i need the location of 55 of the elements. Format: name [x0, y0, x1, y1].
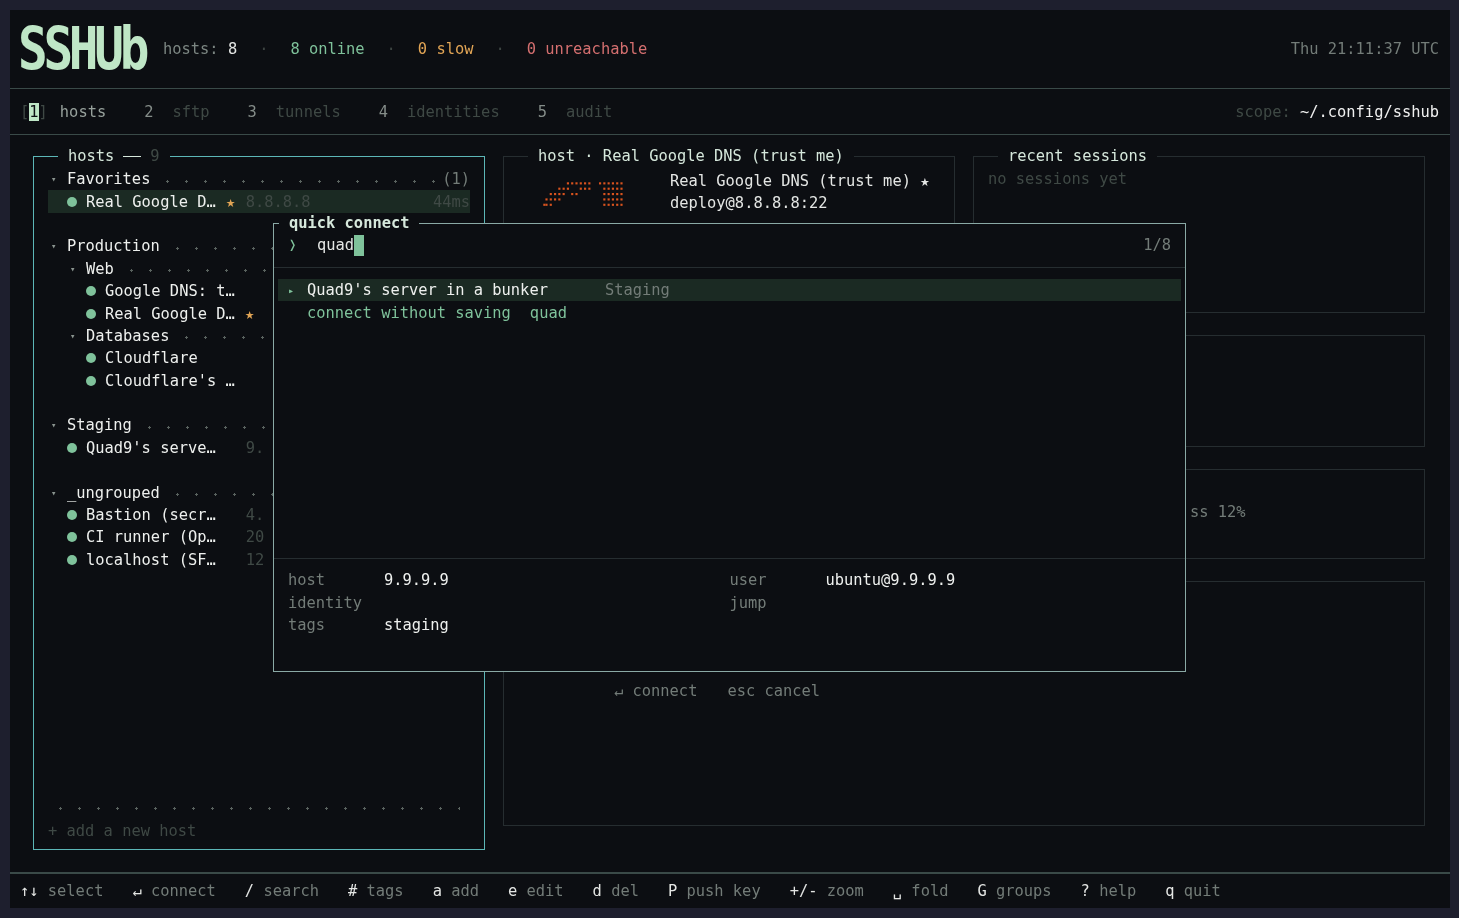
field-label: identity: [288, 593, 364, 612]
group-row[interactable]: ▾ Favorites (1): [48, 168, 470, 191]
status-count: 8 online: [290, 40, 365, 58]
key-hint: ↵ connect: [614, 682, 698, 700]
result-item[interactable]: connect without saving quad: [278, 301, 1181, 324]
field-value: 9.9.9.9: [384, 571, 449, 590]
key-hint: ? help: [1080, 882, 1137, 900]
separator: ·: [495, 40, 505, 58]
host-row[interactable]: CI runner (Op… 20: [48, 526, 470, 549]
key-hint: +/- zoom: [789, 882, 864, 900]
prompt-icon: ❭: [288, 236, 317, 254]
status-count: 0 unreachable: [526, 40, 648, 58]
clock: Thu 21:11:37 UTC: [1290, 40, 1439, 58]
empty-message: no sessions yet: [988, 170, 1127, 188]
tab[interactable]: [1] hosts: [20, 102, 107, 121]
field-label: host: [288, 571, 327, 590]
key-hint: ↑↓ select: [20, 882, 104, 900]
host-row[interactable]: localhost (SF… 12: [48, 548, 470, 572]
tab[interactable]: 5 audit: [537, 102, 613, 121]
key-hint: q quit: [1165, 882, 1221, 900]
key-hint: esc cancel: [727, 682, 821, 700]
tab[interactable]: 4 identities: [378, 102, 500, 121]
scope-path: scope: ~/.config/sshub: [1235, 102, 1439, 121]
key-hint: P push key: [667, 882, 761, 900]
key-hint: ␣ fold: [892, 882, 949, 900]
host-row[interactable]: Bastion (secr… 4.: [48, 503, 470, 527]
key-hint: # tags: [348, 882, 404, 900]
separator: ·: [386, 40, 396, 58]
stat-text: ss 12%: [1190, 503, 1246, 521]
host-row[interactable]: Cloudflare: [48, 347, 470, 370]
field-value: ubuntu@9.9.9.9: [825, 571, 956, 590]
key-hint: G groups: [977, 882, 1052, 900]
search-field[interactable]: quad: [317, 234, 365, 256]
tab[interactable]: 2 sftp: [144, 102, 210, 121]
key-hint: / search: [244, 882, 319, 900]
host-address: deploy@8.8.8.8:22: [670, 193, 829, 215]
key-hint: a add: [432, 882, 479, 900]
result-counter: 1/8: [1143, 236, 1171, 254]
field-label: user: [729, 571, 768, 590]
field-value: staging: [384, 615, 449, 634]
key-hint: d del: [592, 882, 639, 900]
host-row[interactable]: Quad9's serve… 9.: [48, 436, 470, 460]
key-hint: e edit: [508, 882, 564, 900]
separator: ·: [259, 40, 269, 58]
host-name: Real Google DNS (trust me) ★: [670, 171, 930, 192]
host-row[interactable]: Cloudflare's …: [48, 369, 470, 392]
panel-title: host · Real Google DNS (trust me): [528, 146, 854, 166]
status-count: 0 slow: [417, 40, 474, 58]
field-label: tags: [288, 615, 327, 634]
result-item[interactable]: ▸ Quad9's server in a bunker Staging: [278, 279, 1181, 302]
field-label: jump: [729, 593, 768, 612]
key-hint: ↵ connect: [132, 882, 216, 900]
tab[interactable]: 3 tunnels: [247, 102, 341, 121]
dialog-title: quick connect: [279, 213, 420, 233]
host-count: hosts: 8: [163, 40, 238, 58]
